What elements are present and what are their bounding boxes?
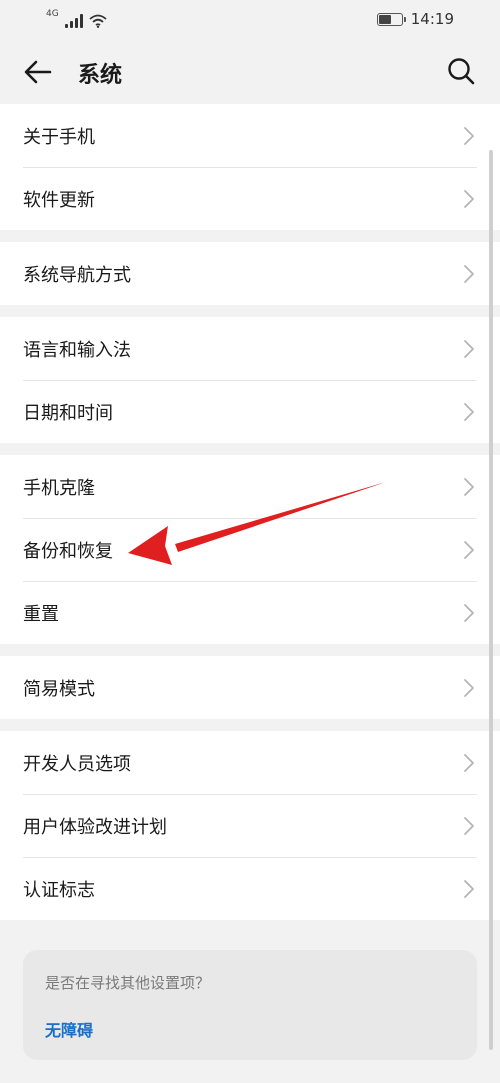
wifi-icon — [89, 14, 107, 28]
settings-screen: 4G 14:19 系统 关于手机 软件更新 系统导航方式 语言和输入法 日期和时… — [0, 0, 500, 1083]
chevron-right-icon — [464, 753, 474, 772]
chevron-right-icon — [464, 603, 474, 622]
chevron-right-icon — [464, 540, 474, 559]
settings-item-label: 手机克隆 — [23, 477, 95, 499]
settings-item[interactable]: 关于手机 — [0, 104, 500, 167]
chevron-right-icon — [464, 339, 474, 358]
settings-item[interactable]: 开发人员选项 — [0, 731, 500, 794]
settings-section: 简易模式 — [0, 656, 500, 719]
settings-item[interactable]: 系统导航方式 — [0, 242, 500, 305]
status-bar: 4G 14:19 — [0, 0, 500, 38]
chevron-right-icon — [464, 816, 474, 835]
page-title: 系统 — [78, 63, 123, 88]
chevron-right-icon — [464, 678, 474, 697]
settings-item-label: 简易模式 — [23, 678, 95, 700]
status-time: 14:19 — [410, 10, 454, 28]
arrow-left-icon[interactable] — [22, 56, 54, 88]
settings-item-label: 日期和时间 — [23, 402, 113, 424]
chevron-right-icon — [464, 879, 474, 898]
status-right: 14:19 — [376, 10, 454, 28]
settings-section: 关于手机 软件更新 — [0, 104, 500, 230]
settings-section: 开发人员选项用户体验改进计划 认证标志 — [0, 731, 500, 920]
settings-section: 语言和输入法 日期和时间 — [0, 317, 500, 443]
settings-item-label: 重置 — [23, 603, 59, 625]
settings-item[interactable]: 认证标志 — [0, 857, 500, 920]
chevron-right-icon — [464, 126, 474, 145]
chevron-right-icon — [464, 477, 474, 496]
settings-item-label: 系统导航方式 — [23, 264, 131, 286]
settings-item[interactable]: 重置 — [0, 581, 500, 644]
settings-item[interactable]: 备份和恢复 — [0, 518, 500, 581]
settings-item-label: 认证标志 — [23, 879, 95, 901]
settings-item[interactable]: 语言和输入法 — [0, 317, 500, 380]
search-suggestion-card: 是否在寻找其他设置项？ 无障碍 — [23, 950, 477, 1060]
chevron-right-icon — [464, 402, 474, 421]
settings-item-label: 备份和恢复 — [23, 540, 113, 562]
settings-list: 关于手机 软件更新 系统导航方式 语言和输入法 日期和时间 手机克隆 备份和恢复 重置 简易模式… — [0, 104, 500, 932]
signal-icon — [64, 14, 83, 28]
network-type: 4G — [46, 9, 59, 19]
settings-section: 手机克隆备份和恢复重置 — [0, 455, 500, 644]
status-left: 4G — [46, 10, 107, 28]
settings-item[interactable]: 手机克隆 — [0, 455, 500, 518]
settings-item-label: 用户体验改进计划 — [23, 816, 167, 838]
scrollbar[interactable] — [489, 150, 493, 1050]
chevron-right-icon — [464, 264, 474, 283]
suggestion-question: 是否在寻找其他设置项？ — [45, 974, 211, 992]
search-icon[interactable] — [446, 56, 476, 86]
settings-item[interactable]: 软件更新 — [0, 167, 500, 230]
settings-item[interactable]: 用户体验改进计划 — [0, 794, 500, 857]
battery-icon — [376, 12, 406, 26]
settings-item-label: 开发人员选项 — [23, 753, 131, 775]
settings-item[interactable]: 简易模式 — [0, 656, 500, 719]
settings-section: 系统导航方式 — [0, 242, 500, 305]
settings-item-label: 软件更新 — [23, 189, 95, 211]
app-bar: 系统 — [0, 38, 500, 104]
settings-item-label: 语言和输入法 — [23, 339, 131, 361]
settings-item[interactable]: 日期和时间 — [0, 380, 500, 443]
settings-item-label: 关于手机 — [23, 126, 95, 148]
accessibility-link[interactable]: 无障碍 — [45, 1017, 455, 1041]
chevron-right-icon — [464, 189, 474, 208]
